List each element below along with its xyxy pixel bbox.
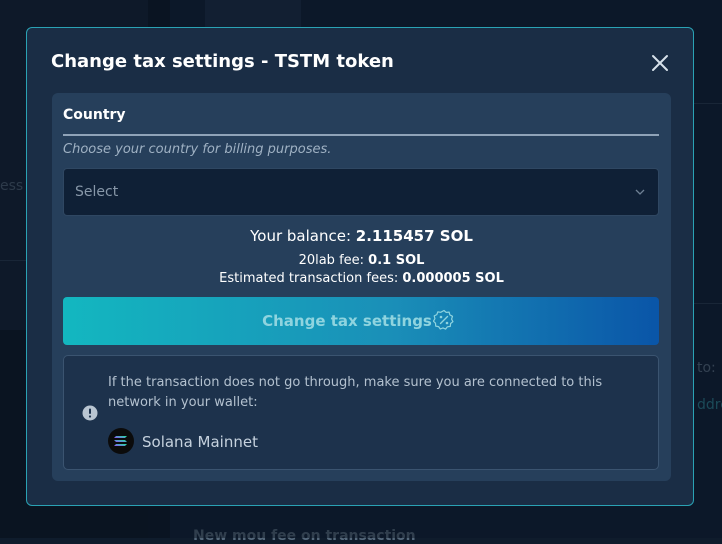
network-notice: If the transaction does not go through, … [63,355,659,470]
lab-fee-value: 0.1 SOL [368,253,425,268]
balance-label: Your balance: [250,227,352,245]
info-icon [82,405,98,421]
change-tax-settings-button[interactable]: Change tax settings [63,297,659,345]
tax-settings-modal: Change tax settings - TSTM token Country… [26,27,694,506]
notice-text: If the transaction does not go through, … [108,375,603,410]
chevron-down-icon [635,189,645,195]
tx-fee-label: Estimated transaction fees: [219,271,399,286]
balance-value: 2.115457 SOL [355,227,473,245]
change-tax-settings-label: Change tax settings [262,312,432,330]
network-name: Solana Mainnet [142,433,258,451]
close-button[interactable] [648,51,672,75]
form-card: Country Choose your country for billing … [52,93,671,481]
tx-fee-line: Estimated transaction fees: 0.000005 SOL [52,271,671,286]
country-underline [63,134,659,136]
lab-fee-line: 20lab fee: 0.1 SOL [52,253,671,268]
tx-fee-value: 0.000005 SOL [402,271,504,286]
country-select[interactable]: Select [63,168,659,216]
lab-fee-label: 20lab fee: [298,253,365,268]
close-icon [652,55,668,71]
percent-badge-icon [433,309,454,330]
select-placeholder: Select [75,184,119,200]
modal-title: Change tax settings - TSTM token [51,51,394,72]
solana-logo-icon [108,428,134,454]
balance-line: Your balance: 2.115457 SOL [52,227,671,245]
country-label: Country [63,107,126,123]
country-hint: Choose your country for billing purposes… [63,142,332,157]
